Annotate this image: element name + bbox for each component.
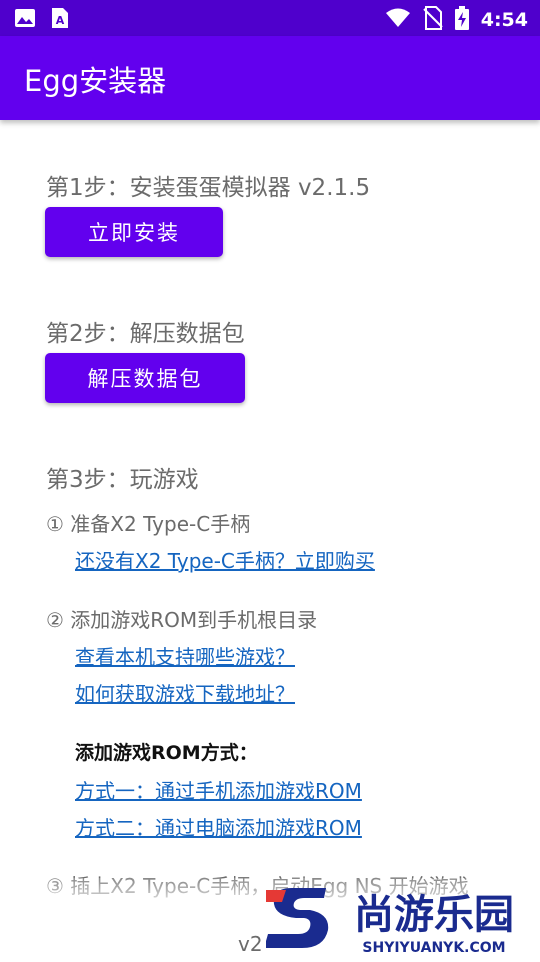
extract-button[interactable]: 解压数据包 xyxy=(45,353,245,403)
battery-charging-icon xyxy=(454,6,469,34)
main-content: 第1步：安装蛋蛋模拟器 v2.1.5 立即安装 第2步：解压数据包 解压数据包 … xyxy=(0,120,540,960)
svg-text:A: A xyxy=(56,14,65,27)
no-sim-icon xyxy=(423,6,443,34)
supported-games-link[interactable]: 查看本机支持哪些游戏？ xyxy=(75,641,295,670)
watermark-brand: 尚游乐园 xyxy=(354,892,514,938)
method2-link[interactable]: 方式二：通过电脑添加游戏ROM xyxy=(75,812,362,841)
add-rom-methods-label: 添加游戏ROM方式： xyxy=(75,742,258,764)
app-title: Egg安装器 xyxy=(24,64,167,98)
buy-controller-link[interactable]: 还没有X2 Type-C手柄？立即购买 xyxy=(75,545,375,574)
step3-title: 第3步：玩游戏 xyxy=(46,467,199,493)
step3-item2: ② 添加游戏ROM到手机根目录 xyxy=(46,608,318,632)
image-icon xyxy=(14,7,36,33)
app-bar: Egg安装器 xyxy=(0,36,540,120)
app-notification-icon: A xyxy=(50,7,70,33)
wifi-icon xyxy=(385,7,411,33)
watermark-domain: SHYIYUANYK.COM xyxy=(362,940,505,956)
download-address-link[interactable]: 如何获取游戏下载地址？ xyxy=(75,678,295,707)
status-time: 4:54 xyxy=(480,9,528,31)
step1-title: 第1步：安装蛋蛋模拟器 v2.1.5 xyxy=(46,175,371,201)
status-bar: A 4:54 xyxy=(0,0,540,36)
method1-link[interactable]: 方式一：通过手机添加游戏ROM xyxy=(75,775,362,804)
step3-item1: ① 准备X2 Type-C手柄 xyxy=(46,512,251,536)
watermark-logo: 尚游乐园 SHYIYUANYK.COM xyxy=(264,882,538,958)
step2-title: 第2步：解压数据包 xyxy=(46,321,245,347)
version-label: v2 xyxy=(238,932,263,956)
install-button[interactable]: 立即安装 xyxy=(45,207,223,257)
